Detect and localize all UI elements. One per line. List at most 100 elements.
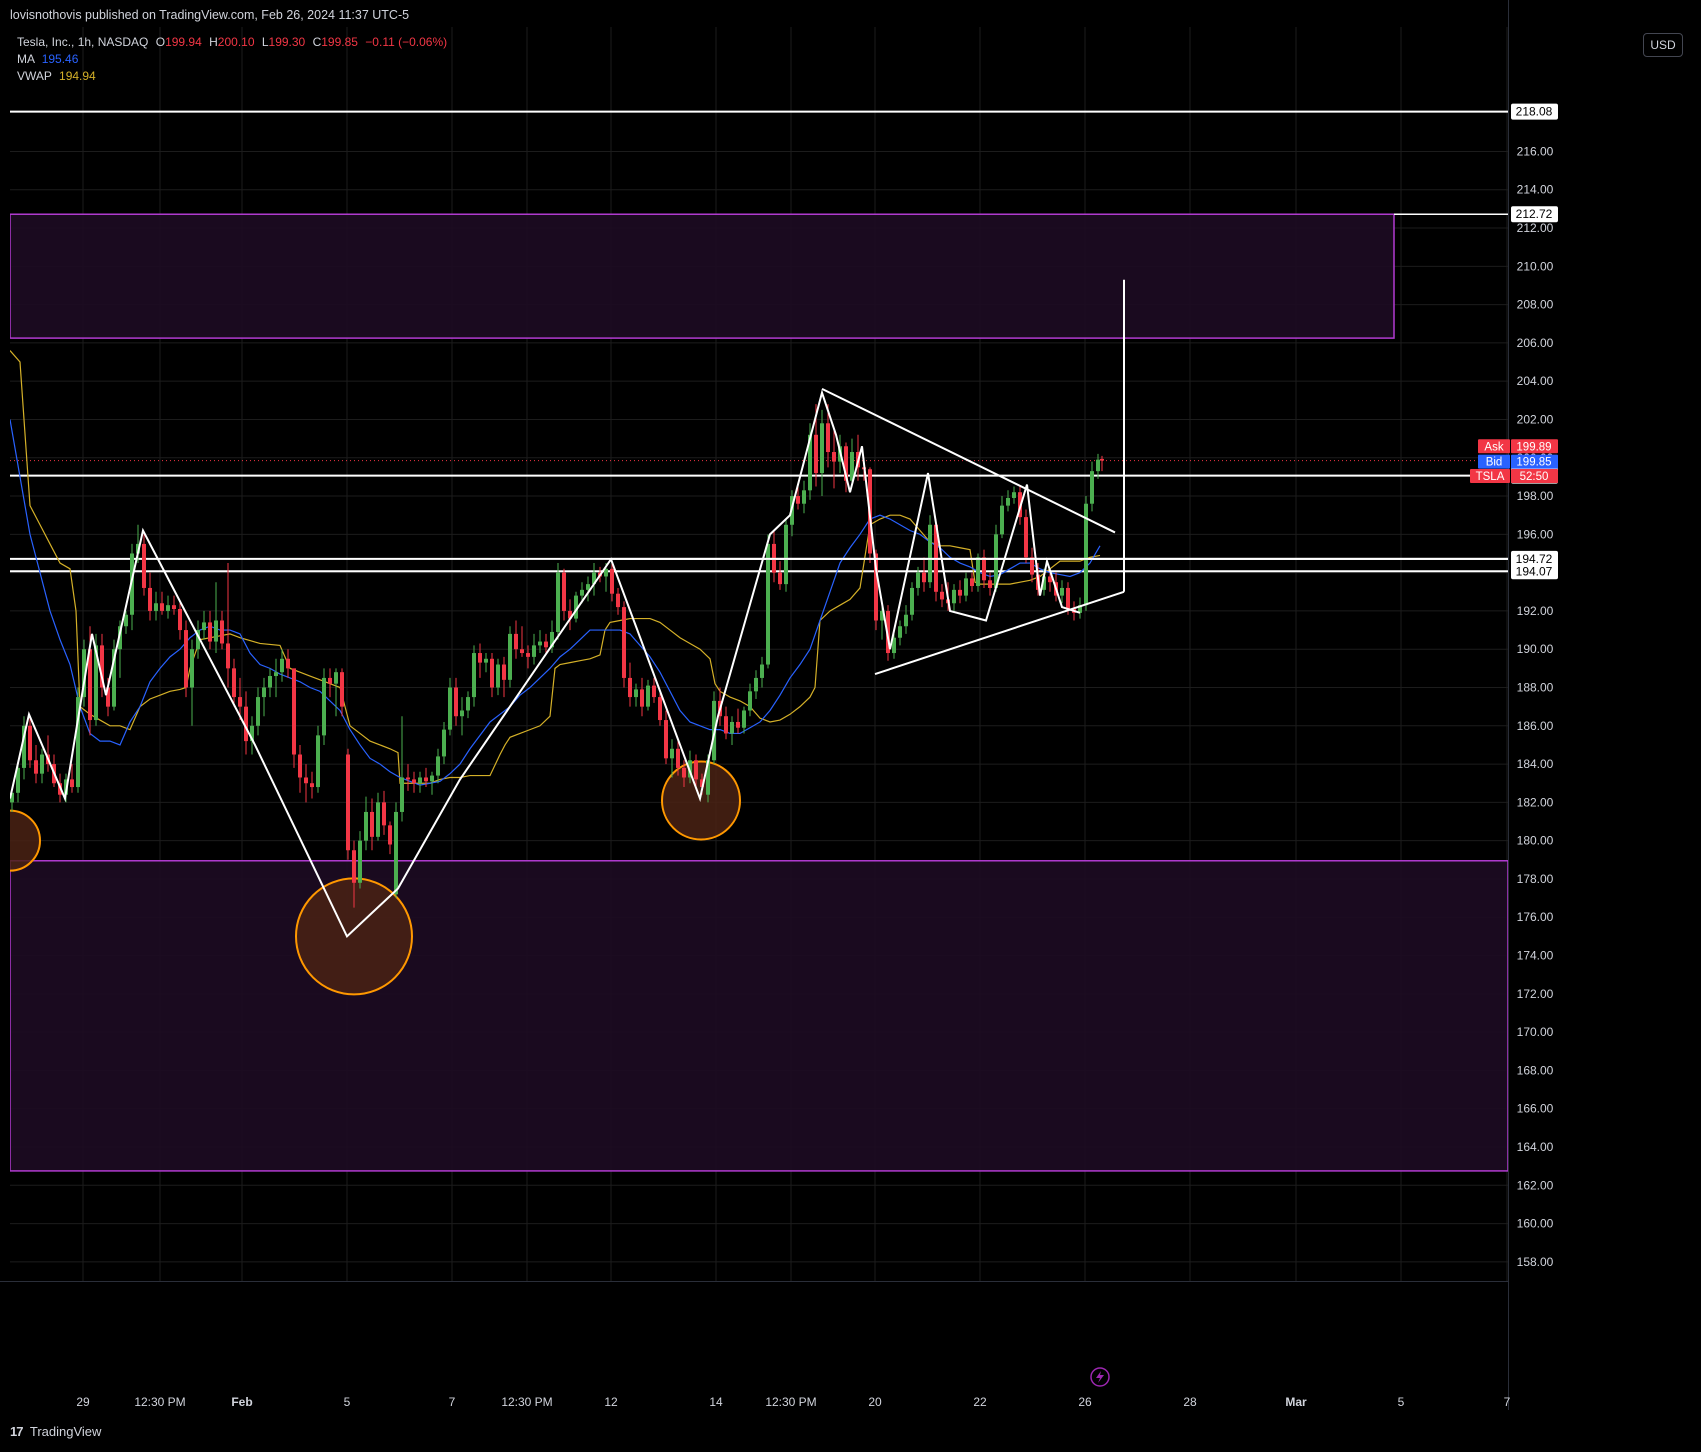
candle-body: [982, 557, 986, 581]
candle-body: [658, 697, 662, 721]
candle-body: [472, 653, 476, 698]
price-axis: 158.00 160.00 162.00 164.00 166.00 168.00 170.…: [1470, 0, 1558, 1410]
candle-body: [652, 685, 656, 698]
ohlc-row: Tesla, Inc., 1h, NASDAQ O199.94 H200.10 …: [17, 34, 447, 51]
candle-body: [1096, 459, 1100, 472]
candle-body: [1090, 471, 1094, 504]
candle-body: [520, 649, 524, 654]
candle-body: [304, 777, 308, 784]
candle-body: [286, 658, 290, 669]
candle-body: [346, 754, 350, 851]
candle-body: [922, 572, 926, 583]
candle-body: [442, 729, 446, 757]
candle-body: [694, 760, 698, 780]
vwap-row[interactable]: VWAP 194.94: [17, 68, 447, 85]
quote-tag-label: Bid: [1486, 457, 1503, 469]
candle-body: [682, 767, 686, 778]
candle-body: [358, 840, 362, 883]
price-tick-label: 174.00: [1517, 949, 1554, 963]
candle-body: [202, 622, 206, 631]
price-tick-label: 172.00: [1517, 987, 1554, 1001]
time-tick-label: 22: [973, 1395, 987, 1409]
candle-body: [328, 677, 332, 684]
close-label: C: [312, 35, 322, 49]
candle-body: [988, 580, 992, 588]
candle-body: [1024, 517, 1028, 558]
candle-body: [796, 496, 800, 504]
candle-body: [814, 434, 818, 474]
price-tick-label: 210.00: [1517, 259, 1554, 273]
time-tick-label: 26: [1078, 1395, 1092, 1409]
candle-body: [616, 593, 620, 608]
candle-body: [952, 589, 956, 604]
lightning-icon[interactable]: [1090, 1367, 1110, 1387]
highlight-circle: [661, 760, 741, 841]
low-label: L: [261, 35, 269, 49]
price-tick-label: 198.00: [1517, 489, 1554, 503]
candle-body: [460, 710, 464, 717]
candle-body: [802, 490, 806, 504]
vwap-label: VWAP: [17, 69, 52, 83]
candle-body: [28, 725, 32, 761]
price-tick-label: 208.00: [1517, 298, 1554, 312]
ma-row[interactable]: MA 195.46: [17, 51, 447, 68]
open-value: 199.94: [165, 35, 202, 49]
price-tick-label: 204.00: [1517, 374, 1554, 388]
time-tick-label: 28: [1183, 1395, 1197, 1409]
price-tick-label: 192.00: [1517, 604, 1554, 618]
time-tick-label: 29: [76, 1395, 90, 1409]
candle-body: [502, 664, 506, 680]
time-tick-label: 14: [709, 1395, 723, 1409]
price-tick-label: 196.00: [1517, 527, 1554, 541]
candle-body: [310, 783, 314, 788]
candle-body: [646, 685, 650, 707]
currency-button[interactable]: USD: [1643, 33, 1683, 57]
supply-demand-zone: [10, 213, 1395, 339]
high-value: 200.10: [217, 35, 255, 49]
price-tick-label: 160.00: [1517, 1217, 1554, 1231]
trendline-drawing: [821, 387, 1116, 534]
price-chart[interactable]: 158.00 160.00 162.00 164.00 166.00 168.00 170.…: [0, 0, 1701, 1410]
quote-tag: 199.85 Bid: [1478, 454, 1558, 469]
price-tick-label: 186.00: [1517, 719, 1554, 733]
price-tick-label: 162.00: [1517, 1178, 1554, 1192]
candle-body: [754, 677, 758, 692]
candle-body: [1000, 505, 1004, 535]
candle-body: [640, 689, 644, 707]
tradingview-footer[interactable]: 17 TradingView: [10, 1424, 101, 1439]
candle-body: [820, 423, 824, 474]
candle-body: [160, 603, 164, 611]
time-tick-label: 5: [1398, 1395, 1405, 1409]
candle-body: [748, 691, 752, 711]
zone-price-tag: 212.72: [1511, 206, 1558, 223]
time-tick-label: 12:30 PM: [501, 1395, 552, 1409]
candle-body: [766, 543, 770, 665]
candle-body: [664, 720, 668, 759]
candle-body: [268, 676, 272, 688]
candle-body: [484, 658, 488, 663]
candle-body: [760, 664, 764, 678]
quote-tag-label: TSLA: [1476, 471, 1505, 483]
candle-body: [436, 756, 440, 776]
candle-body: [730, 721, 734, 734]
candle-body: [466, 697, 470, 711]
candle-body: [382, 802, 386, 826]
candle-body: [562, 572, 566, 611]
candle-body: [208, 622, 212, 642]
candle-body: [496, 664, 500, 688]
price-tick-label: 184.00: [1517, 757, 1554, 771]
candle-body: [406, 777, 410, 780]
price-tick-label: 168.00: [1517, 1063, 1554, 1077]
price-tick-label: 164.00: [1517, 1140, 1554, 1154]
change-value: −0.11 (−0.06%): [365, 35, 448, 49]
quote-tag: 199.89 Ask: [1478, 439, 1558, 454]
candle-body: [916, 572, 920, 588]
candle-body: [826, 423, 830, 453]
candle-body: [70, 779, 74, 788]
candle-body: [784, 524, 788, 585]
candle-body: [898, 626, 902, 638]
candle-body: [214, 620, 218, 642]
symbol-title[interactable]: Tesla, Inc., 1h, NASDAQ: [17, 35, 148, 49]
level-price-tag-text: 218.08: [1516, 105, 1553, 119]
quote-tag-value: 199.89: [1516, 441, 1551, 453]
